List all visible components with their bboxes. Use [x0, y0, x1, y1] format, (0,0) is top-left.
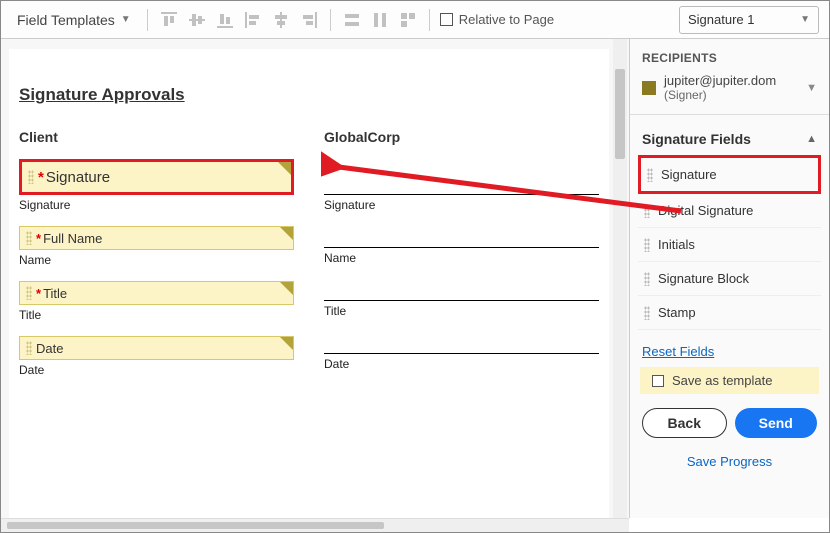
panel-field-label: Stamp	[658, 305, 696, 320]
drag-handle-icon	[28, 170, 34, 184]
recipient-email: jupiter@jupiter.dom	[664, 73, 798, 88]
separator	[330, 9, 331, 31]
client-column: Client * Signature Signature	[19, 129, 294, 391]
back-button[interactable]: Back	[642, 408, 727, 438]
recipients-title: RECIPIENTS	[630, 39, 829, 71]
vertical-scrollbar[interactable]	[613, 39, 627, 518]
relative-to-page-toggle[interactable]: Relative to Page	[440, 12, 554, 27]
name-line	[324, 226, 599, 248]
document-canvas[interactable]: Signature Approvals Client * Signature S…	[1, 39, 629, 518]
document-page: Signature Approvals Client * Signature S…	[9, 49, 609, 518]
relative-to-page-label: Relative to Page	[459, 12, 554, 27]
drag-handle-icon	[26, 341, 32, 355]
full-name-field[interactable]: * Full Name	[19, 226, 294, 250]
align-vcenter-icon[interactable]	[186, 9, 208, 31]
field-templates-label: Field Templates	[17, 12, 115, 28]
corner-icon	[278, 162, 291, 175]
drag-handle-icon	[644, 204, 650, 218]
save-as-template-label: Save as template	[672, 373, 772, 388]
signature-label: Signature	[19, 198, 294, 212]
signature-fields-list: Signature Digital Signature Initials Sig…	[630, 155, 829, 330]
save-as-template-checkbox[interactable]: Save as template	[640, 367, 819, 394]
separator	[147, 9, 148, 31]
globalcorp-title: GlobalCorp	[324, 129, 599, 145]
drag-handle-icon	[647, 168, 653, 182]
signature-field[interactable]: * Signature	[19, 159, 294, 195]
chevron-up-icon: ▲	[806, 133, 817, 145]
separator	[429, 9, 430, 31]
drag-handle-icon	[644, 238, 650, 252]
title-label: Title	[19, 308, 294, 322]
chevron-down-icon: ▼	[806, 82, 817, 94]
align-right-icon[interactable]	[298, 9, 320, 31]
globalcorp-column: GlobalCorp Signature Name Title	[324, 129, 599, 391]
title-line	[324, 279, 599, 301]
required-marker: *	[38, 169, 44, 186]
title-field-label: Title	[43, 286, 67, 301]
top-toolbar: Field Templates ▼ Relative to Page Signa…	[1, 1, 829, 39]
panel-field-label: Digital Signature	[658, 203, 753, 218]
align-hcenter-icon[interactable]	[270, 9, 292, 31]
match-width-icon[interactable]	[341, 9, 363, 31]
signature-fields-category[interactable]: Signature Fields ▲	[630, 119, 829, 155]
send-button[interactable]: Send	[735, 408, 818, 438]
align-bottom-icon[interactable]	[214, 9, 236, 31]
signature-field-label: Signature	[46, 169, 110, 186]
panel-field-stamp[interactable]: Stamp	[638, 296, 821, 330]
match-height-icon[interactable]	[369, 9, 391, 31]
recipient-selector-dropdown[interactable]: Signature 1 ▼	[679, 6, 819, 34]
scrollbar-thumb[interactable]	[7, 522, 384, 529]
title-label: Title	[324, 304, 599, 318]
drag-handle-icon	[644, 306, 650, 320]
signature-fields-label: Signature Fields	[642, 131, 751, 147]
drag-handle-icon	[26, 286, 32, 300]
chevron-down-icon: ▼	[121, 14, 131, 25]
corner-icon	[280, 227, 293, 240]
checkbox-icon	[652, 375, 664, 387]
required-marker: *	[36, 231, 41, 246]
corner-icon	[280, 282, 293, 295]
panel-field-label: Signature	[661, 167, 717, 182]
date-label: Date	[324, 357, 599, 371]
chevron-down-icon: ▼	[800, 14, 810, 25]
recipient-color-swatch	[642, 81, 656, 95]
divider	[630, 114, 829, 115]
name-label: Name	[324, 251, 599, 265]
date-field-label: Date	[36, 341, 63, 356]
reset-fields-link[interactable]: Reset Fields	[630, 330, 829, 367]
panel-field-signature[interactable]: Signature	[638, 155, 821, 194]
save-progress-link[interactable]: Save Progress	[630, 444, 829, 469]
full-name-field-label: Full Name	[43, 231, 102, 246]
panel-field-label: Initials	[658, 237, 695, 252]
signature-label: Signature	[324, 198, 599, 212]
horizontal-scrollbar[interactable]	[1, 518, 629, 532]
drag-handle-icon	[644, 272, 650, 286]
align-left-icon[interactable]	[242, 9, 264, 31]
drag-handle-icon	[26, 231, 32, 245]
checkbox-icon	[440, 13, 453, 26]
page-heading: Signature Approvals	[19, 85, 599, 105]
recipient-role: (Signer)	[664, 88, 798, 102]
required-marker: *	[36, 286, 41, 301]
date-label: Date	[19, 363, 294, 377]
date-field[interactable]: Date	[19, 336, 294, 360]
name-label: Name	[19, 253, 294, 267]
field-templates-dropdown[interactable]: Field Templates ▼	[11, 8, 137, 32]
recipient-row[interactable]: jupiter@jupiter.dom (Signer) ▼	[630, 71, 829, 110]
recipient-selector-label: Signature 1	[688, 12, 755, 27]
align-top-icon[interactable]	[158, 9, 180, 31]
corner-icon	[280, 337, 293, 350]
client-title: Client	[19, 129, 294, 145]
title-field[interactable]: * Title	[19, 281, 294, 305]
date-line	[324, 332, 599, 354]
signature-line	[324, 159, 599, 195]
panel-field-label: Signature Block	[658, 271, 749, 286]
panel-field-digital-signature[interactable]: Digital Signature	[638, 194, 821, 228]
scrollbar-thumb[interactable]	[615, 69, 625, 159]
panel-field-initials[interactable]: Initials	[638, 228, 821, 262]
match-both-icon[interactable]	[397, 9, 419, 31]
right-panel: RECIPIENTS jupiter@jupiter.dom (Signer) …	[629, 39, 829, 518]
panel-field-signature-block[interactable]: Signature Block	[638, 262, 821, 296]
